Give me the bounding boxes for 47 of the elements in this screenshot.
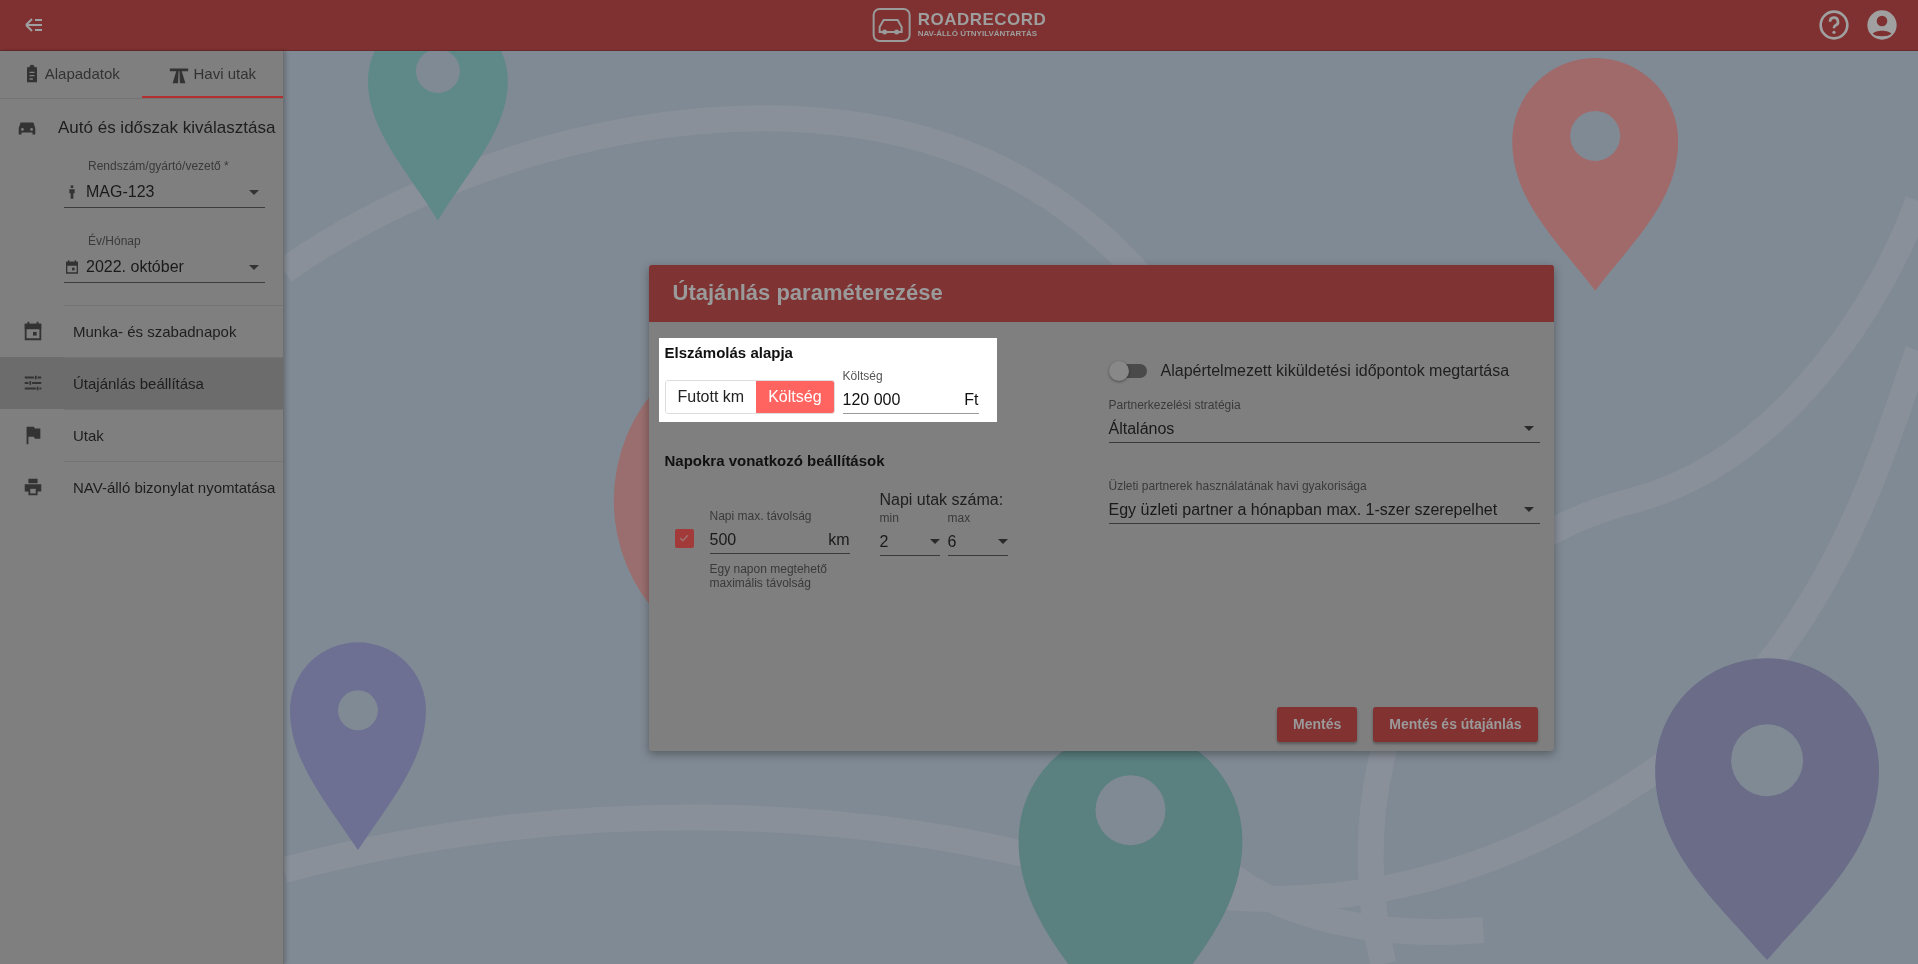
dropdown-caret-icon xyxy=(929,539,940,544)
dropdown-caret-icon xyxy=(1523,507,1534,512)
section-title: Elszámolás alapja xyxy=(664,343,794,361)
dropdown-caret-icon xyxy=(249,189,259,195)
sidebar-nav-item[interactable]: Utak xyxy=(0,409,283,461)
sidebar-nav-item[interactable]: Útajánlás beállítása xyxy=(0,357,283,409)
distance-input-field[interactable]: 500 km xyxy=(709,526,850,554)
switch-label: Alapértelmezett kiküldetési időpontok megtartása xyxy=(1160,361,1510,380)
trips-title: Napi utak száma: xyxy=(879,490,1005,509)
car-logo-icon xyxy=(871,5,912,45)
logo-subtitle: NAV-ÁLLÓ ÚTNYILVÁNTARTÁS xyxy=(917,29,1039,39)
field-label: Rendszám/gyártó/vezető * xyxy=(87,159,230,173)
section-title: Napokra vonatkozó beállítások xyxy=(664,451,886,469)
select-field[interactable]: 2022. október xyxy=(64,252,265,283)
field-label: Üzleti partnerek használatának havi gyakorisága xyxy=(1108,478,1368,493)
printer-icon xyxy=(22,476,44,498)
checkbox[interactable] xyxy=(674,528,694,548)
dropdown-caret-icon xyxy=(249,264,259,270)
select-field[interactable]: Általános xyxy=(1108,415,1540,443)
logo-title: ROADRECORD xyxy=(917,11,1047,29)
sidebar-tab[interactable]: Alapadatok xyxy=(0,51,142,98)
field-hint: Egy napon megtehető maximális távolság xyxy=(709,561,828,590)
save-button[interactable]: Mentés xyxy=(1277,706,1358,742)
sidebar-nav-item[interactable]: NAV-álló bizonylat nyomtatása xyxy=(0,461,283,513)
sidebar-nav-item[interactable]: Munka- és szabadnapok xyxy=(0,305,283,357)
help-icon[interactable] xyxy=(1818,9,1850,41)
calendar-icon xyxy=(22,320,44,342)
dialog-title: Útajánlás paraméterezése xyxy=(672,280,943,306)
toggle-switch[interactable] xyxy=(1112,363,1147,378)
field-label: min xyxy=(879,510,900,525)
field-label: Költség xyxy=(842,368,884,383)
field-label: Partnerkezelési stratégia xyxy=(1108,397,1242,412)
field-label: Év/Hónap xyxy=(87,234,142,248)
dropdown-caret-icon xyxy=(1523,426,1534,431)
field-label: Napi max. távolság xyxy=(709,508,813,523)
save-button[interactable]: Mentés és útajánlás xyxy=(1373,706,1538,742)
section-title: Autó és időszak kiválasztása xyxy=(58,118,276,138)
select-field[interactable]: 2 xyxy=(879,528,940,556)
select-field[interactable]: MAG-123 xyxy=(64,177,265,208)
cost-input-field[interactable]: 120 000 Ft xyxy=(842,386,979,414)
account-icon[interactable] xyxy=(1866,9,1898,41)
select-field[interactable]: 6 xyxy=(947,528,1008,556)
select-field[interactable]: Egy üzleti partner a hónapban max. 1-szer szerepelhet xyxy=(1108,496,1540,524)
dropdown-caret-icon xyxy=(997,539,1008,544)
toggle-option[interactable]: Költség xyxy=(756,380,834,413)
calendar-icon xyxy=(64,259,80,275)
field-label: max xyxy=(947,510,972,525)
